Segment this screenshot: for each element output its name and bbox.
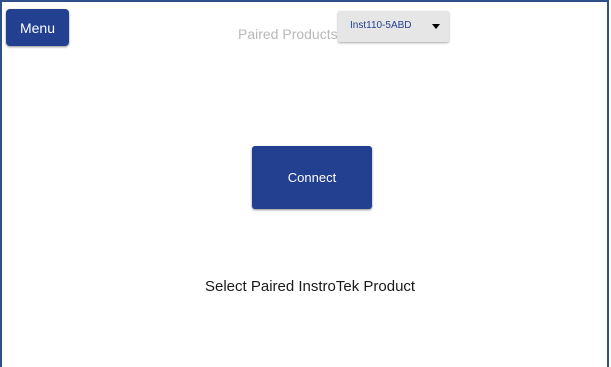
- paired-products-dropdown[interactable]: Inst110-5ABD: [338, 11, 449, 42]
- menu-button[interactable]: Menu: [6, 9, 69, 46]
- paired-products-label: Paired Products: [238, 26, 338, 42]
- status-message: Select Paired InstroTek Product: [205, 278, 416, 295]
- connect-button[interactable]: Connect: [252, 146, 372, 209]
- caret-down-icon: [432, 24, 440, 29]
- selected-product-value: Inst110-5ABD: [350, 20, 412, 31]
